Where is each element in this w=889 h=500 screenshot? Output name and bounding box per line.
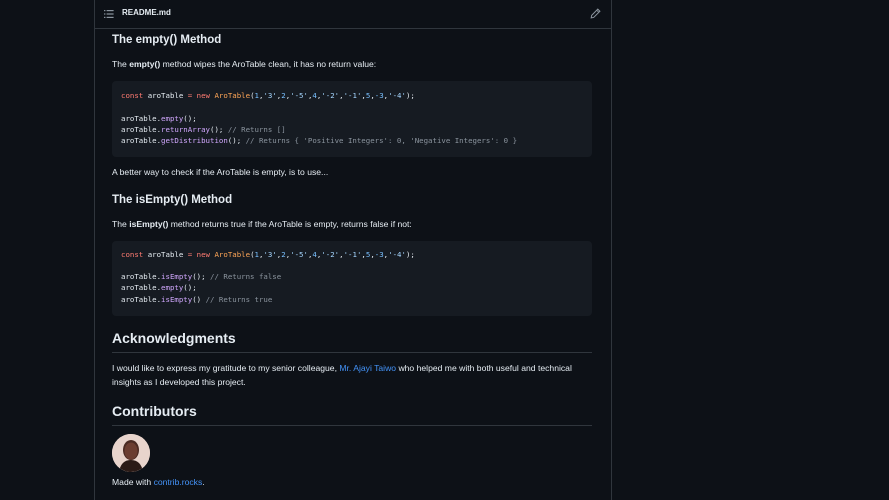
- code-token: -3: [374, 91, 384, 100]
- code-line: const aroTable = new AroTable(1,'3',2,'-…: [121, 250, 415, 259]
- code-line: aroTable.isEmpty() // Returns true: [121, 295, 273, 304]
- code-token: '3': [263, 250, 277, 259]
- code-block-isempty[interactable]: const aroTable = new AroTable(1,'3',2,'-…: [112, 241, 592, 316]
- code-token: -3: [374, 250, 384, 259]
- heading-acknowledgments: Acknowledgments: [112, 330, 592, 353]
- avatar-image: [112, 434, 150, 472]
- heading-empty-method: The empty() Method: [112, 34, 222, 46]
- file-name: README.md: [122, 8, 171, 17]
- empty-after-text: A better way to check if the AroTable is…: [112, 167, 329, 177]
- code-token: '-1': [343, 250, 362, 259]
- code-token: '-5': [290, 91, 308, 100]
- code-block-empty[interactable]: const aroTable = new AroTable(1,'3',2,'-…: [112, 81, 592, 157]
- code-line: aroTable.empty();: [121, 283, 197, 292]
- outline-list-icon[interactable]: [104, 9, 114, 19]
- code-line: aroTable.returnArray(); // Returns []: [121, 125, 286, 134]
- pencil-edit-icon[interactable]: [590, 8, 601, 19]
- code-token: '-1': [343, 91, 362, 100]
- heading-contributors: Contributors: [112, 403, 592, 426]
- readme-panel: README.md The empty() Method The empty()…: [94, 0, 612, 500]
- made-with-text: Made with contrib.rocks.: [112, 477, 205, 487]
- code-line: aroTable.getDistribution(); // Returns {…: [121, 136, 518, 145]
- isempty-intro: The isEmpty() method returns true if the…: [112, 219, 412, 229]
- contributor-avatar[interactable]: [112, 434, 150, 472]
- code-line: aroTable.isEmpty(); // Returns false: [121, 272, 282, 281]
- code-token: '-2': [321, 91, 340, 100]
- empty-intro: The empty() method wipes the AroTable cl…: [112, 59, 377, 69]
- acknowledgments-text: I would like to express my gratitude to …: [112, 363, 572, 387]
- code-token: '-2': [321, 250, 340, 259]
- code-token: '3': [263, 91, 277, 100]
- heading-isempty-method: The isEmpty() Method: [112, 194, 233, 206]
- code-line: aroTable.empty();: [121, 114, 197, 123]
- file-header: README.md: [95, 0, 611, 29]
- code-token: '-4': [388, 250, 406, 259]
- link-ajayi-taiwo[interactable]: Mr. Ajayi Taiwo: [339, 363, 396, 373]
- code-token: '-5': [290, 250, 308, 259]
- code-token: '-4': [388, 91, 406, 100]
- code-line: const aroTable = new AroTable(1,'3',2,'-…: [121, 91, 415, 100]
- link-contrib-rocks[interactable]: contrib.rocks: [154, 477, 203, 487]
